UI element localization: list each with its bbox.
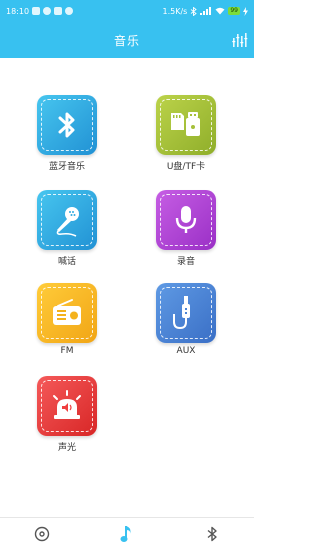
bluetooth-icon	[58, 112, 75, 138]
telegram-icon	[43, 7, 52, 15]
alarm-light-icon	[53, 390, 81, 419]
status-time: 18:10	[6, 6, 30, 16]
usb-tf-label: U盘/TF卡	[166, 162, 206, 172]
aux-tile[interactable]	[156, 283, 216, 343]
record-mic-icon	[175, 206, 197, 233]
status-right: 1.5K/s 99	[162, 6, 248, 16]
nav-bluetooth[interactable]	[192, 520, 232, 548]
aux-cable-icon	[173, 296, 190, 330]
shout-tile[interactable]	[37, 190, 97, 250]
sound-light-label: 声光	[57, 443, 76, 453]
app-header: 音乐	[0, 22, 254, 58]
app-notification-icon-2	[65, 7, 74, 15]
nav-disc[interactable]	[22, 520, 62, 548]
record-label: 录音	[176, 257, 195, 267]
disc-icon	[35, 526, 50, 542]
battery-level: 99	[228, 7, 240, 15]
sound-light-tile[interactable]	[37, 376, 97, 436]
status-bar: 18:10 1.5K/s 99	[0, 0, 254, 22]
equalizer-icon[interactable]	[232, 32, 248, 48]
notification-icon	[32, 7, 41, 15]
status-left: 18:10	[6, 6, 74, 16]
usb-tf-icon	[171, 112, 200, 136]
charging-icon	[243, 6, 248, 16]
usb-tf-tile[interactable]	[156, 95, 216, 155]
radio-icon	[53, 299, 81, 325]
app-notification-icon	[54, 7, 63, 15]
music-note-icon	[120, 526, 131, 542]
record-tile[interactable]	[156, 190, 216, 250]
bluetooth-icon	[207, 526, 217, 542]
aux-label: AUX	[176, 346, 196, 356]
network-speed: 1.5K/s	[162, 6, 188, 16]
wifi-icon	[215, 7, 225, 15]
microphone-icon	[56, 207, 79, 237]
bottom-navigation	[0, 517, 254, 550]
shout-label: 喊话	[57, 257, 76, 267]
bluetooth-music-tile[interactable]	[37, 95, 97, 155]
fm-label: FM	[60, 346, 74, 356]
fm-tile[interactable]	[37, 283, 97, 343]
nav-music[interactable]	[107, 520, 147, 548]
page-title: 音乐	[113, 33, 140, 48]
bluetooth-music-label: 蓝牙音乐	[48, 162, 85, 172]
signal-icon	[200, 7, 212, 15]
bluetooth-status-icon	[191, 6, 198, 16]
